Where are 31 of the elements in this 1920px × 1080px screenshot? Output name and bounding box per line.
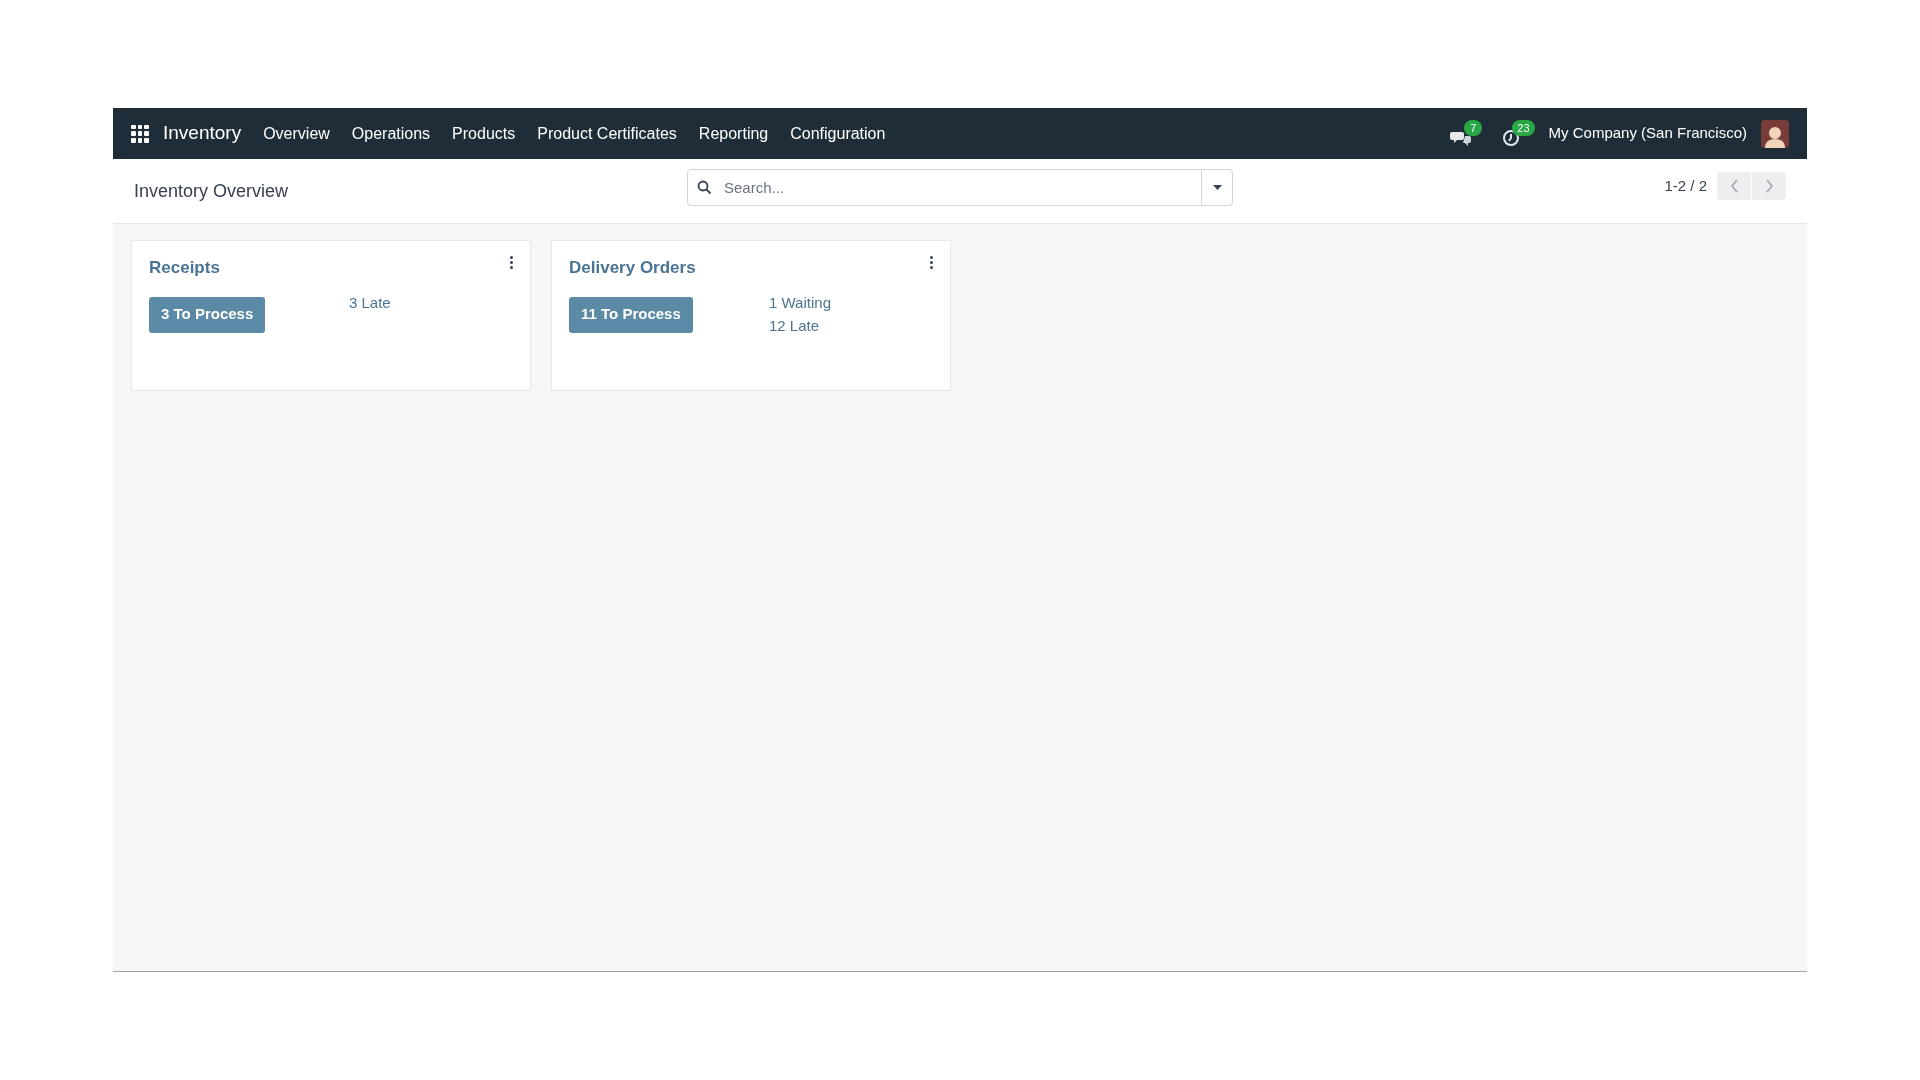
nav-menu-item[interactable]: Overview [263,121,330,146]
chat-icon [1450,129,1473,147]
status-link[interactable]: 1 Waiting [769,292,831,313]
caret-icon [1212,185,1222,190]
process-button[interactable]: 3 To Process [149,296,266,333]
more-options-icon[interactable] [930,256,933,269]
messages-button[interactable]: 7 [1450,120,1483,147]
nav-menu-item[interactable]: Configuration [790,121,886,146]
count-badge: 7 [1464,120,1483,136]
card-title[interactable]: Delivery Orders [569,255,933,281]
app-name[interactable]: Inventory [163,119,242,148]
pager-value: 1-2 / 2 [1664,175,1707,196]
nav-menu-item[interactable]: Products [452,121,516,146]
more-options-icon[interactable] [510,256,513,269]
nav-menu-item[interactable]: Product Certificates [537,121,677,146]
search-icon [697,180,712,195]
nav-menu-item[interactable]: Reporting [698,121,769,146]
chevron-right-icon [1764,179,1774,193]
company-switcher[interactable]: My Company (San Francisco) [1548,122,1747,145]
card-title[interactable]: Receipts [149,255,513,281]
search-field[interactable]: Search... [687,169,1233,206]
status-link[interactable]: 12 Late [769,315,831,336]
user-avatar[interactable] [1761,119,1789,148]
chevron-left-icon [1729,179,1739,193]
nav-menu-item[interactable]: Operations [351,121,431,146]
activities-button[interactable]: 23 [1502,120,1535,147]
process-button[interactable]: 11 To Process [569,296,693,333]
status-link[interactable]: 3 Late [349,292,391,313]
apps-menu-icon[interactable] [131,124,149,143]
page-title: Inventory Overview [134,179,289,203]
count-badge: 23 [1512,120,1535,136]
